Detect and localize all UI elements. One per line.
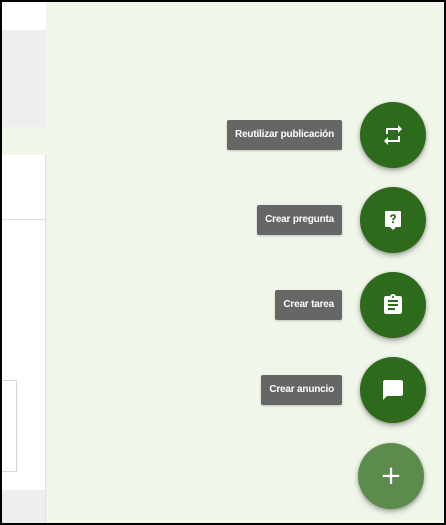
speed-dial-main-button[interactable]: +	[358, 443, 424, 509]
create-question-label: Crear pregunta	[257, 205, 342, 235]
create-assignment-button[interactable]	[360, 272, 426, 338]
stream-column	[2, 2, 46, 523]
post-attachment-box[interactable]	[2, 380, 17, 472]
stream-post-card	[2, 220, 46, 490]
question-icon	[385, 211, 401, 230]
stream-header-card	[2, 2, 46, 127]
stream-gap	[2, 127, 46, 155]
classroom-stream-view: Reutilizar publicación Crear pregunta Cr…	[2, 2, 444, 523]
stream-post-footer	[2, 490, 46, 523]
plus-icon: +	[380, 461, 402, 491]
stream-header-card-body	[2, 30, 46, 127]
reuse-post-label: Reutilizar publicación	[227, 120, 342, 150]
create-announcement-button[interactable]	[360, 357, 426, 423]
share-with-class-card[interactable]	[2, 155, 46, 220]
create-announcement-label: Crear anuncio	[261, 375, 342, 405]
speed-dial-item-announcement[interactable]: Crear anuncio	[261, 357, 426, 423]
create-question-button[interactable]	[360, 187, 426, 253]
stream-header-card-top	[2, 2, 46, 30]
speed-dial-item-reuse[interactable]: Reutilizar publicación	[227, 102, 426, 168]
reuse-post-button[interactable]	[360, 102, 426, 168]
create-assignment-label: Crear tarea	[275, 290, 342, 320]
chat-icon	[383, 380, 403, 400]
speed-dial-item-assignment[interactable]: Crear tarea	[275, 272, 426, 338]
repeat-icon	[384, 125, 402, 145]
assignment-icon	[384, 294, 402, 314]
speed-dial-item-question[interactable]: Crear pregunta	[257, 187, 426, 253]
